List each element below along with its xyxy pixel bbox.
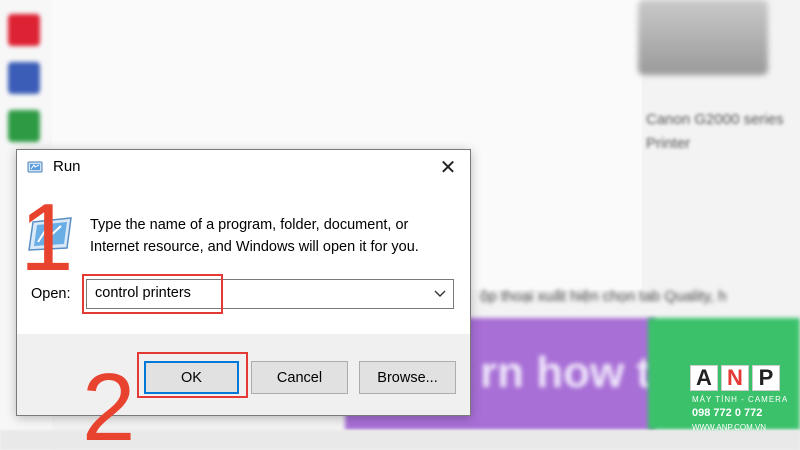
chevron-down-icon[interactable] bbox=[433, 286, 447, 300]
title-bar[interactable]: Run ✕ bbox=[17, 150, 470, 184]
logo-letter: P bbox=[752, 365, 780, 391]
input-highlight bbox=[82, 274, 223, 314]
logo-letter: A bbox=[690, 365, 718, 391]
close-button[interactable]: ✕ bbox=[426, 150, 470, 184]
article-snippet: ộp thoại xuất hiện chọn tab Quality, h bbox=[480, 288, 727, 305]
logo-tagline: MÁY TÍNH - CAMERA bbox=[692, 395, 789, 404]
app-icon bbox=[8, 14, 40, 46]
browse-button[interactable]: Browse... bbox=[359, 361, 456, 394]
logo-url: WWW.ANP.COM.VN bbox=[692, 423, 767, 432]
anp-logo: A N P MÁY TÍNH - CAMERA 098 772 0 772 WW… bbox=[690, 365, 790, 445]
cancel-button[interactable]: Cancel bbox=[251, 361, 348, 394]
logo-phone: 098 772 0 772 bbox=[692, 407, 763, 419]
logo-letters: A N P bbox=[690, 365, 780, 391]
logo-letter: N bbox=[721, 365, 749, 391]
ok-highlight bbox=[137, 352, 248, 398]
dialog-description: Type the name of a program, folder, docu… bbox=[90, 217, 419, 255]
run-icon bbox=[27, 161, 43, 173]
app-icon bbox=[8, 62, 40, 94]
app-icon bbox=[8, 110, 40, 142]
step-number-2: 2 bbox=[82, 354, 136, 450]
close-icon: ✕ bbox=[439, 156, 457, 179]
step-number-1: 1 bbox=[20, 184, 74, 291]
printer-image bbox=[638, 0, 768, 75]
printer-caption: Canon G2000 series Printer bbox=[646, 111, 784, 152]
dialog-title: Run bbox=[53, 158, 81, 175]
